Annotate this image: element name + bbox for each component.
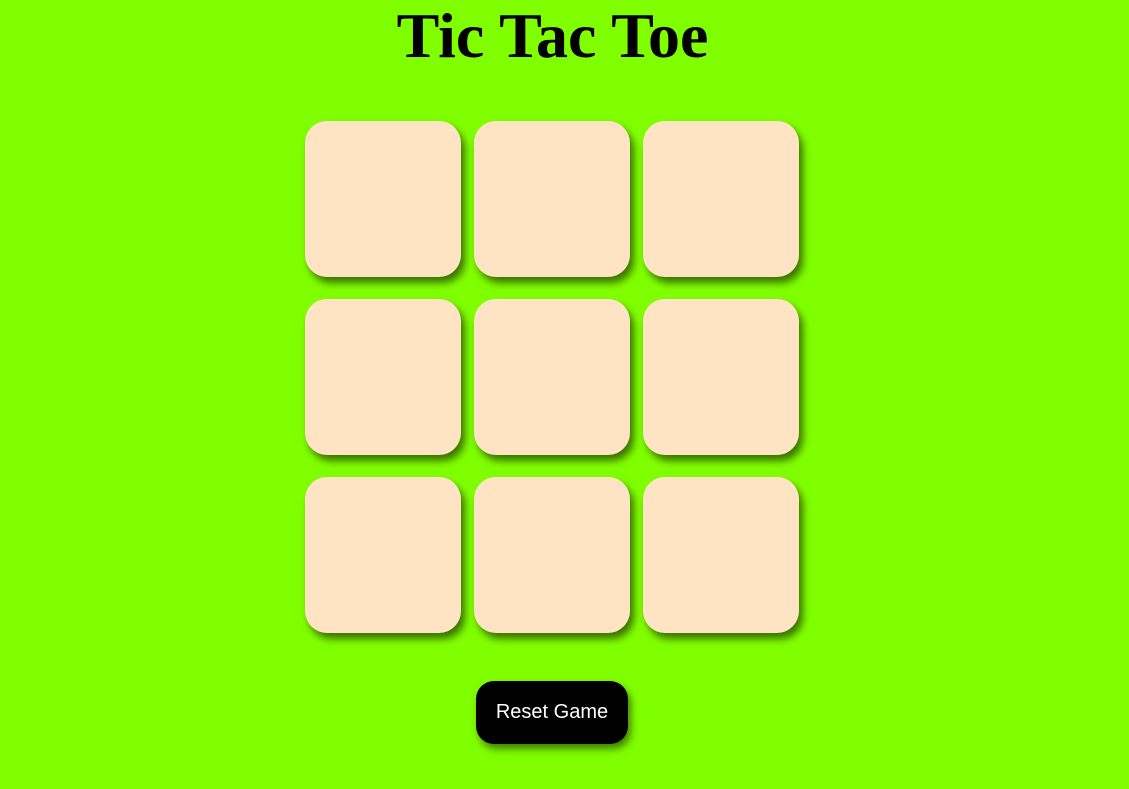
- reset-game-button[interactable]: Reset Game: [476, 681, 628, 744]
- board-cell-7[interactable]: [305, 477, 461, 633]
- board-cell-1[interactable]: [305, 121, 461, 277]
- board-cell-8[interactable]: [474, 477, 630, 633]
- board-cell-4[interactable]: [305, 299, 461, 455]
- game-board: [305, 121, 799, 633]
- board-cell-3[interactable]: [643, 121, 799, 277]
- board-cell-2[interactable]: [474, 121, 630, 277]
- board-cell-9[interactable]: [643, 477, 799, 633]
- page-title: Tic Tac Toe: [396, 0, 709, 71]
- board-cell-5[interactable]: [474, 299, 630, 455]
- board-cell-6[interactable]: [643, 299, 799, 455]
